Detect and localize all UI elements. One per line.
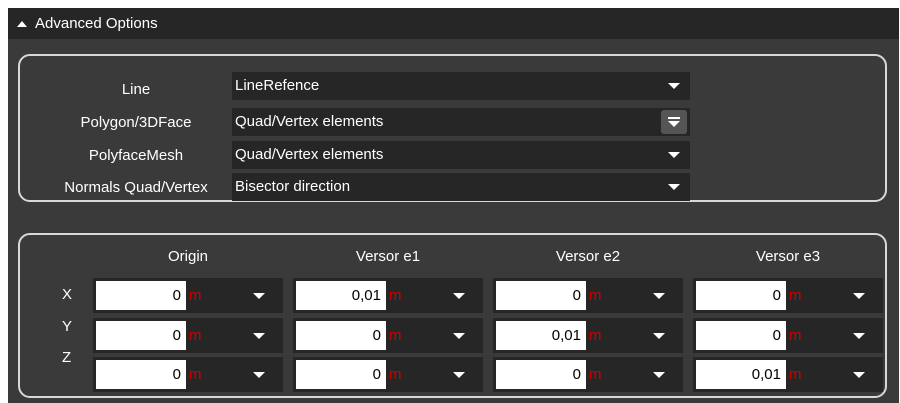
origin-y-field[interactable]: 0 m [93, 318, 283, 353]
chevron-down-icon [853, 292, 865, 299]
origin-z-input[interactable]: 0 [96, 360, 186, 389]
panel-title: Advanced Options [35, 15, 158, 32]
chevron-down-icon [668, 83, 680, 89]
polygon-3dface-label: Polygon/3DFace [80, 114, 192, 131]
chevron-down-icon [253, 371, 265, 378]
unit-label: m [589, 366, 602, 383]
origin-header: Origin [167, 248, 208, 265]
e2-x-input[interactable]: 0 [496, 281, 586, 310]
e3-x-unit-dropdown[interactable] [835, 278, 883, 313]
origin-z-unit-dropdown[interactable] [235, 357, 283, 392]
unit-label: m [389, 287, 402, 304]
e3-x-input[interactable]: 0 [696, 281, 786, 310]
polyfacemesh-label: PolyfaceMesh [88, 147, 184, 164]
polygon-3dface-dropdown-button[interactable] [661, 110, 687, 134]
axis-z-label: Z [62, 349, 72, 366]
e2-y-unit-dropdown[interactable] [635, 318, 683, 353]
chevron-down-icon [853, 332, 865, 339]
origin-x-field[interactable]: 0 m [93, 278, 283, 313]
e2-z-unit-dropdown[interactable] [635, 357, 683, 392]
chevron-down-icon [653, 371, 665, 378]
line-dropdown-value: LineRefence [235, 77, 320, 94]
e1-x-unit-dropdown[interactable] [435, 278, 483, 313]
chevron-down-icon [653, 292, 665, 299]
origin-x-input[interactable]: 0 [96, 281, 186, 310]
line-dropdown-button[interactable] [658, 72, 690, 100]
unit-label: m [589, 287, 602, 304]
versor-e3-header: Versor e3 [755, 248, 821, 265]
normals-quad-vertex-label: Normals Quad/Vertex [64, 179, 208, 196]
origin-y-unit-dropdown[interactable] [235, 318, 283, 353]
versor-e1-header: Versor e1 [355, 248, 421, 265]
e3-z-unit-dropdown[interactable] [835, 357, 883, 392]
e2-z-input[interactable]: 0 [496, 360, 586, 389]
e3-y-unit-dropdown[interactable] [835, 318, 883, 353]
origin-z-field[interactable]: 0 m [93, 357, 283, 392]
chevron-down-icon [453, 332, 465, 339]
unit-label: m [789, 327, 802, 344]
chevron-down-icon [253, 332, 265, 339]
e2-y-field[interactable]: 0,01 m [493, 318, 683, 353]
normals-quad-vertex-dropdown-value: Bisector direction [235, 178, 351, 195]
e2-x-unit-dropdown[interactable] [635, 278, 683, 313]
unit-label: m [189, 366, 202, 383]
axis-y-label: Y [62, 318, 73, 335]
e1-y-unit-dropdown[interactable] [435, 318, 483, 353]
origin-x-unit-dropdown[interactable] [235, 278, 283, 313]
e1-y-input[interactable]: 0 [296, 321, 386, 350]
chevron-down-icon [668, 184, 680, 190]
chevron-down-icon [853, 371, 865, 378]
normals-quad-vertex-dropdown[interactable]: Bisector direction [232, 173, 690, 201]
e1-x-field[interactable]: 0,01 m [293, 278, 483, 313]
e3-z-field[interactable]: 0,01 m [693, 357, 883, 392]
versor-e2-header: Versor e2 [555, 248, 621, 265]
chevron-down-icon [453, 292, 465, 299]
unit-label: m [189, 327, 202, 344]
chevron-down-icon [653, 332, 665, 339]
line-dropdown[interactable]: LineRefence [232, 72, 690, 100]
e3-x-field[interactable]: 0 m [693, 278, 883, 313]
e2-y-input[interactable]: 0,01 [496, 321, 586, 350]
unit-label: m [189, 287, 202, 304]
unit-label: m [589, 327, 602, 344]
chevron-down-icon [253, 292, 265, 299]
panel-header[interactable]: Advanced Options [8, 8, 899, 39]
unit-label: m [389, 366, 402, 383]
e2-z-field[interactable]: 0 m [493, 357, 683, 392]
e1-z-field[interactable]: 0 m [293, 357, 483, 392]
polyfacemesh-dropdown[interactable]: Quad/Vertex elements [232, 141, 690, 169]
e3-y-input[interactable]: 0 [696, 321, 786, 350]
collapse-arrow-icon[interactable] [17, 20, 27, 27]
line-label: Line [121, 81, 151, 98]
polyfacemesh-dropdown-button[interactable] [658, 141, 690, 169]
e3-z-input[interactable]: 0,01 [696, 360, 786, 389]
unit-label: m [789, 287, 802, 304]
e1-x-input[interactable]: 0,01 [296, 281, 386, 310]
polygon-3dface-dropdown-value: Quad/Vertex elements [235, 113, 384, 130]
unit-label: m [789, 366, 802, 383]
e2-x-field[interactable]: 0 m [493, 278, 683, 313]
chevron-down-icon [453, 371, 465, 378]
polygon-3dface-dropdown[interactable]: Quad/Vertex elements [232, 108, 690, 136]
polyfacemesh-dropdown-value: Quad/Vertex elements [235, 146, 384, 163]
axis-x-label: X [62, 286, 73, 303]
e1-z-unit-dropdown[interactable] [435, 357, 483, 392]
chevron-down-icon [668, 121, 680, 127]
chevron-down-icon [668, 152, 680, 158]
normals-quad-vertex-dropdown-button[interactable] [658, 173, 690, 201]
origin-y-input[interactable]: 0 [96, 321, 186, 350]
e1-y-field[interactable]: 0 m [293, 318, 483, 353]
unit-label: m [389, 327, 402, 344]
e3-y-field[interactable]: 0 m [693, 318, 883, 353]
e1-z-input[interactable]: 0 [296, 360, 386, 389]
